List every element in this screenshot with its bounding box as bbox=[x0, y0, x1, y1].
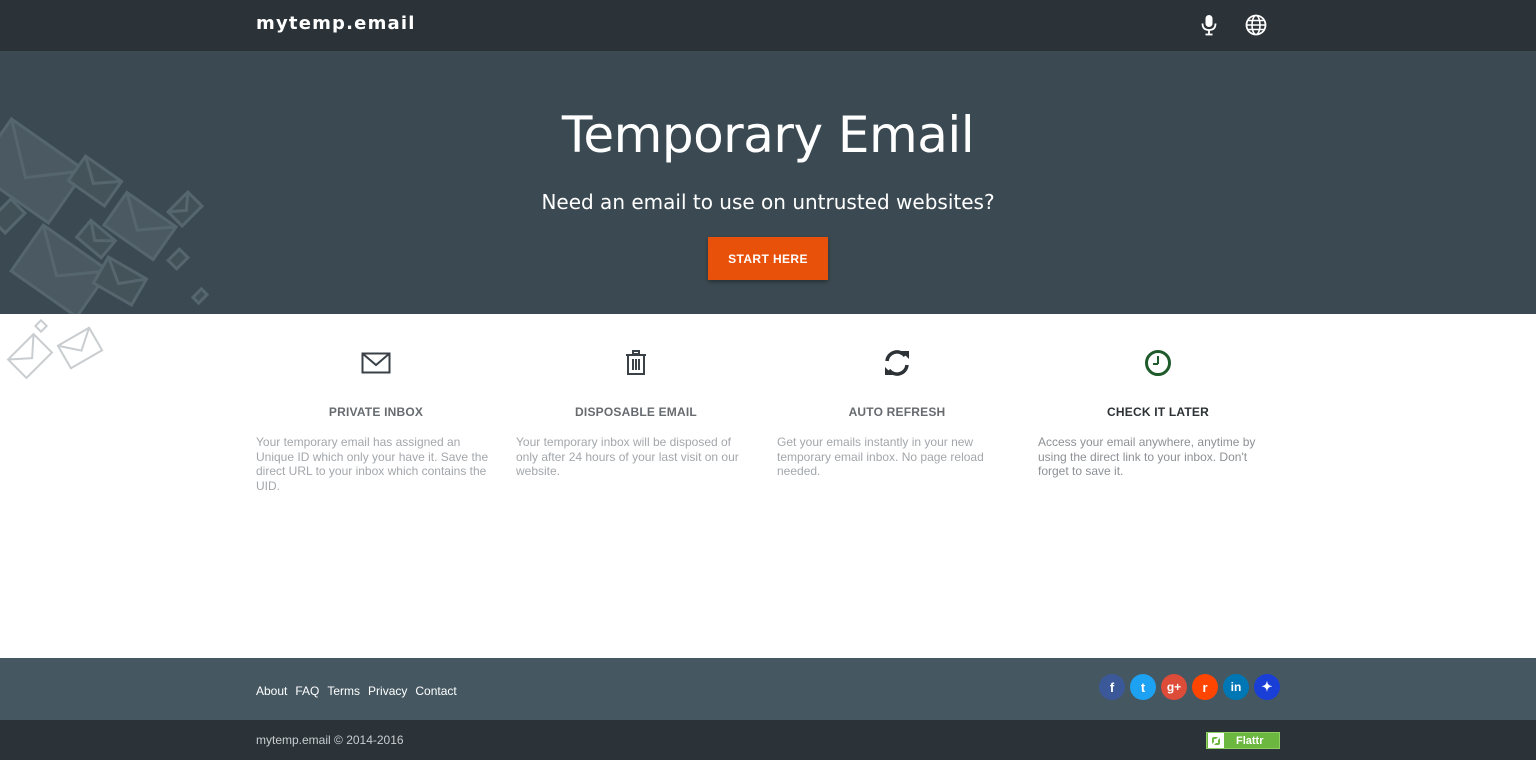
feature-description: Access your email anywhere, anytime by u… bbox=[1038, 435, 1256, 478]
google-plus-icon[interactable]: g+ bbox=[1161, 674, 1187, 700]
start-here-button[interactable]: START HERE bbox=[708, 237, 828, 280]
feature-description: Your temporary inbox will be disposed of… bbox=[516, 435, 739, 478]
envelopes-decoration bbox=[0, 116, 210, 314]
flattr-logo-icon bbox=[1208, 733, 1224, 748]
social-share-buttons: f t g+ r in ✦ bbox=[1099, 674, 1280, 700]
footer-link-faq[interactable]: FAQ bbox=[295, 684, 319, 698]
top-navbar: mytemp.email bbox=[0, 0, 1536, 51]
twitter-icon[interactable]: t bbox=[1130, 674, 1156, 700]
trash-icon bbox=[516, 346, 756, 380]
pin-icon[interactable]: ✦ bbox=[1254, 674, 1280, 700]
refresh-icon bbox=[777, 346, 1017, 380]
linkedin-icon[interactable]: in bbox=[1223, 674, 1249, 700]
envelopes-decoration-small bbox=[6, 318, 104, 380]
feature-disposable-email: DISPOSABLE EMAIL Your temporary inbox wi… bbox=[516, 346, 756, 479]
feature-auto-refresh: AUTO REFRESH Get your emails instantly i… bbox=[777, 346, 1017, 479]
footer-link-contact[interactable]: Contact bbox=[415, 684, 456, 698]
footer-link-privacy[interactable]: Privacy bbox=[368, 684, 407, 698]
footer-link-about[interactable]: About bbox=[256, 684, 287, 698]
microphone-icon[interactable] bbox=[1197, 13, 1221, 37]
clock-icon bbox=[1038, 346, 1278, 380]
globe-icon[interactable] bbox=[1244, 13, 1268, 37]
hero-subtitle: Need an email to use on untrusted websit… bbox=[541, 190, 995, 214]
feature-check-it-later: CHECK IT LATER Access your email anywher… bbox=[1038, 346, 1278, 479]
flattr-button[interactable]: Flattr bbox=[1206, 732, 1280, 749]
copyright-text: mytemp.email © 2014-2016 bbox=[256, 733, 404, 747]
feature-title: DISPOSABLE EMAIL bbox=[575, 405, 697, 419]
site-logo[interactable]: mytemp.email bbox=[256, 13, 416, 34]
hero-title: Temporary Email bbox=[561, 106, 975, 164]
feature-description: Get your emails instantly in your new te… bbox=[777, 435, 984, 478]
feature-title: PRIVATE INBOX bbox=[328, 405, 424, 419]
envelope-icon bbox=[256, 346, 496, 380]
feature-title: AUTO REFRESH bbox=[848, 405, 946, 419]
footer-link-terms[interactable]: Terms bbox=[327, 684, 360, 698]
facebook-icon[interactable]: f bbox=[1099, 674, 1125, 700]
reddit-icon[interactable]: r bbox=[1192, 674, 1218, 700]
hero-section: Temporary Email Need an email to use on … bbox=[0, 51, 1536, 314]
footer-links-bar: About FAQ Terms Privacy Contact f t g+ r… bbox=[0, 658, 1536, 720]
footer-nav: About FAQ Terms Privacy Contact bbox=[256, 684, 457, 698]
footer-copyright-bar: mytemp.email © 2014-2016 Flattr bbox=[0, 720, 1536, 760]
feature-description: Your temporary email has assigned an Uni… bbox=[256, 435, 489, 493]
feature-private-inbox: PRIVATE INBOX Your temporary email has a… bbox=[256, 346, 496, 493]
flattr-label: Flattr bbox=[1236, 734, 1264, 747]
feature-title: CHECK IT LATER bbox=[1107, 405, 1209, 419]
